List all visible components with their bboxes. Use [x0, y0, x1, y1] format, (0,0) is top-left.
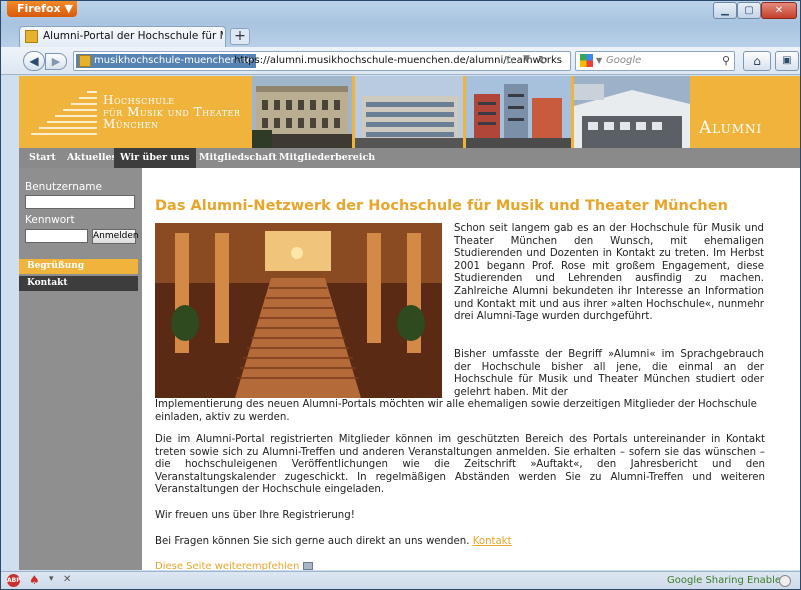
nav-item-mitgliederbereich[interactable]: Mitgliederbereich	[273, 148, 381, 168]
search-engine-dropdown-icon[interactable]: ▼	[596, 56, 602, 65]
bookmark-star-icon[interactable]: ☆	[504, 53, 516, 68]
hochschule-logo-text[interactable]: Hochschule für Musik und Theater München	[103, 94, 240, 130]
close-status-icon[interactable]: ✕	[63, 574, 71, 585]
password-input[interactable]	[25, 229, 88, 243]
status-bar: ABP ♠ ▾ ✕ Google Sharing Enabled	[1, 571, 800, 589]
browser-window: Firefox ▼ ▁ ▢ ✕ Alumni-Portal der Hochsc…	[0, 0, 801, 590]
title-bar: Firefox ▼ ▁ ▢ ✕	[1, 1, 800, 23]
header-photo-4	[574, 76, 690, 148]
contact-link[interactable]: Kontakt	[473, 536, 512, 547]
firefox-menu-button[interactable]: Firefox ▼	[7, 1, 77, 17]
status-indicator-icon[interactable]	[779, 575, 791, 587]
logo-line-3: München	[103, 117, 159, 131]
nav-item-wir-ueber-uns[interactable]: Wir über uns	[114, 148, 196, 168]
sidenav-item-kontakt[interactable]: Kontakt	[19, 276, 138, 291]
window-icon: ▣	[782, 55, 792, 66]
staircase-hall-photo	[155, 223, 442, 398]
forward-arrow-icon: ▶	[51, 55, 61, 68]
adblock-icon[interactable]: ABP	[7, 574, 21, 587]
header-photo-strip	[252, 76, 690, 148]
nav-item-start[interactable]: Start	[23, 148, 62, 168]
username-label: Benutzername	[25, 181, 102, 193]
hochschule-logo-icon	[31, 91, 97, 135]
sidenav-item-begruessung[interactable]: Begrüßung	[19, 259, 138, 274]
close-window-button[interactable]: ✕	[761, 2, 797, 19]
google-sharing-status: Google Sharing Enabled	[667, 575, 788, 586]
site-identity-label: musikhochschule-muenchen.de	[94, 55, 253, 66]
site-favicon-icon	[79, 55, 91, 67]
back-arrow-icon: ◀	[29, 54, 39, 68]
navigation-toolbar: ◀ ▶ musikhochschule-muenchen.de https://…	[1, 47, 800, 75]
left-column: Benutzername Kennwort Anmelden Begrüßung…	[19, 168, 142, 570]
alumni-label: Alumni	[699, 118, 762, 138]
page-viewport: Hochschule für Musik und Theater München	[19, 76, 800, 570]
search-placeholder: Google	[606, 55, 642, 66]
address-bar[interactable]: musikhochschule-muenchen.de https://alum…	[73, 51, 571, 71]
alumni-definition-paragraph: Bisher umfasste der Begriff »Alumni« im …	[454, 349, 764, 398]
recommend-page-link[interactable]: Diese Seite weiterempfehlen	[155, 561, 314, 570]
username-input[interactable]	[25, 195, 135, 209]
questions-paragraph: Bei Fragen können Sie sich gerne auch di…	[155, 536, 765, 549]
favicon-icon	[25, 30, 38, 43]
page-title: Das Alumni-Netzwerk der Hochschule für M…	[155, 198, 728, 214]
header-photo-2	[355, 76, 463, 148]
mail-icon	[303, 562, 314, 570]
site-identity-button[interactable]: musikhochschule-muenchen.de	[76, 54, 256, 68]
recommend-link-text: Diese Seite weiterempfehlen	[155, 561, 300, 570]
forward-button[interactable]: ▶	[45, 53, 67, 70]
back-button[interactable]: ◀	[23, 51, 45, 71]
addon-icon[interactable]: ♠	[29, 573, 40, 587]
alumni-label-text: Alumni	[699, 118, 763, 138]
alumni-definition-continuation: Implementierung des neuen Alumni-Portals…	[155, 399, 757, 423]
addon-dropdown-icon[interactable]: ▾	[49, 574, 54, 584]
members-paragraph: Die im Alumni-Portal registrierten Mitgl…	[155, 434, 765, 496]
top-navigation: Start Aktuelles Wir über uns Mitgliedsch…	[19, 148, 800, 168]
tab-label: Alumni-Portal der Hochschule für Musik..…	[43, 30, 223, 42]
questions-text: Bei Fragen können Sie sich gerne auch di…	[155, 536, 470, 547]
login-submit-button[interactable]: Anmelden	[92, 229, 139, 244]
google-logo-icon	[580, 54, 593, 67]
nav-item-mitgliedschaft[interactable]: Mitgliedschaft	[193, 148, 283, 168]
home-button[interactable]: ⌂	[743, 51, 771, 71]
toolbar-extra-button[interactable]: ▣	[775, 51, 799, 71]
registration-paragraph: Wir freuen uns über Ihre Registrierung!	[155, 510, 355, 521]
tab-alumni-portal[interactable]: Alumni-Portal der Hochschule für Musik..…	[19, 26, 226, 47]
password-label: Kennwort	[25, 214, 75, 226]
header-photo-3	[466, 76, 571, 148]
tab-strip: Alumni-Portal der Hochschule für Musik..…	[1, 23, 800, 47]
history-dropdown-icon[interactable]: ▼	[523, 54, 530, 64]
search-magnifier-icon[interactable]: ⚲	[722, 54, 730, 67]
site-header: Hochschule für Musik und Theater München	[19, 76, 800, 148]
reload-icon[interactable]: ↻	[538, 53, 548, 67]
minimize-button[interactable]: ▁	[713, 2, 737, 19]
home-icon: ⌂	[753, 54, 761, 68]
new-tab-button[interactable]: +	[230, 28, 250, 45]
maximize-button[interactable]: ▢	[737, 2, 761, 19]
header-photo-1	[252, 76, 352, 148]
search-bar[interactable]: ▼ Google ⚲	[575, 51, 735, 71]
intro-paragraph: Schon seit langem gab es an der Hochschu…	[454, 223, 764, 323]
